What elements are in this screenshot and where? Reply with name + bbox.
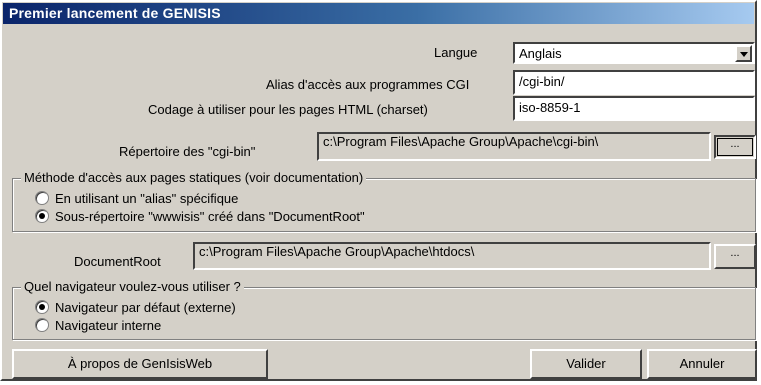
- cgibin-path-field[interactable]: c:\Program Files\Apache Group\Apache\cgi…: [317, 132, 711, 161]
- radio-option-internal-browser[interactable]: Navigateur interne: [35, 317, 161, 333]
- radio-button-alias[interactable]: [35, 191, 49, 205]
- about-button[interactable]: À propos de GenIsisWeb: [12, 349, 268, 379]
- langue-select[interactable]: Anglais: [513, 42, 755, 64]
- dialog-window: Premier lancement de GENISIS Langue Angl…: [0, 0, 757, 381]
- radio-label-internal-browser: Navigateur interne: [55, 317, 162, 333]
- cgibin-label: Répertoire des "cgi-bin": [119, 144, 256, 159]
- alias-input[interactable]: /cgi-bin/: [513, 70, 755, 95]
- docroot-browse-button[interactable]: ...: [714, 244, 756, 269]
- browser-group: Quel navigateur voulez-vous utiliser ? N…: [12, 279, 756, 340]
- radio-label-default-browser: Navigateur par défaut (externe): [55, 299, 236, 315]
- radio-label-alias: En utilisant un "alias" spécifique: [55, 190, 239, 206]
- docroot-label: DocumentRoot: [74, 254, 161, 269]
- radio-label-wwwisis: Sous-répertoire "wwwisis" créé dans "Doc…: [55, 208, 365, 224]
- alias-label: Alias d'accès aux programmes CGI: [266, 77, 470, 92]
- static-access-group: Méthode d'accès aux pages statiques (voi…: [12, 170, 756, 232]
- radio-button-internal-browser[interactable]: [35, 318, 49, 332]
- radio-option-default-browser[interactable]: Navigateur par défaut (externe): [35, 299, 236, 315]
- radio-button-wwwisis[interactable]: [35, 209, 49, 223]
- chevron-down-icon[interactable]: [735, 45, 752, 62]
- radio-button-default-browser[interactable]: [35, 300, 49, 314]
- browser-group-title: Quel navigateur voulez-vous utiliser ?: [21, 279, 244, 294]
- radio-option-alias[interactable]: En utilisant un "alias" spécifique: [35, 190, 238, 206]
- charset-label: Codage à utiliser pour les pages HTML (c…: [148, 102, 428, 117]
- window-title: Premier lancement de GENISIS: [3, 3, 754, 24]
- langue-selected-value: Anglais: [519, 46, 562, 61]
- radio-option-wwwisis[interactable]: Sous-répertoire "wwwisis" créé dans "Doc…: [35, 208, 365, 224]
- static-access-title: Méthode d'accès aux pages statiques (voi…: [21, 170, 367, 185]
- cgibin-browse-button[interactable]: ...: [714, 135, 756, 159]
- docroot-path-field[interactable]: c:\Program Files\Apache Group\Apache\htd…: [193, 242, 711, 270]
- langue-label: Langue: [434, 45, 478, 60]
- cancel-button[interactable]: Annuler: [647, 349, 757, 379]
- charset-input[interactable]: iso-8859-1: [513, 96, 755, 121]
- validate-button[interactable]: Valider: [530, 349, 642, 379]
